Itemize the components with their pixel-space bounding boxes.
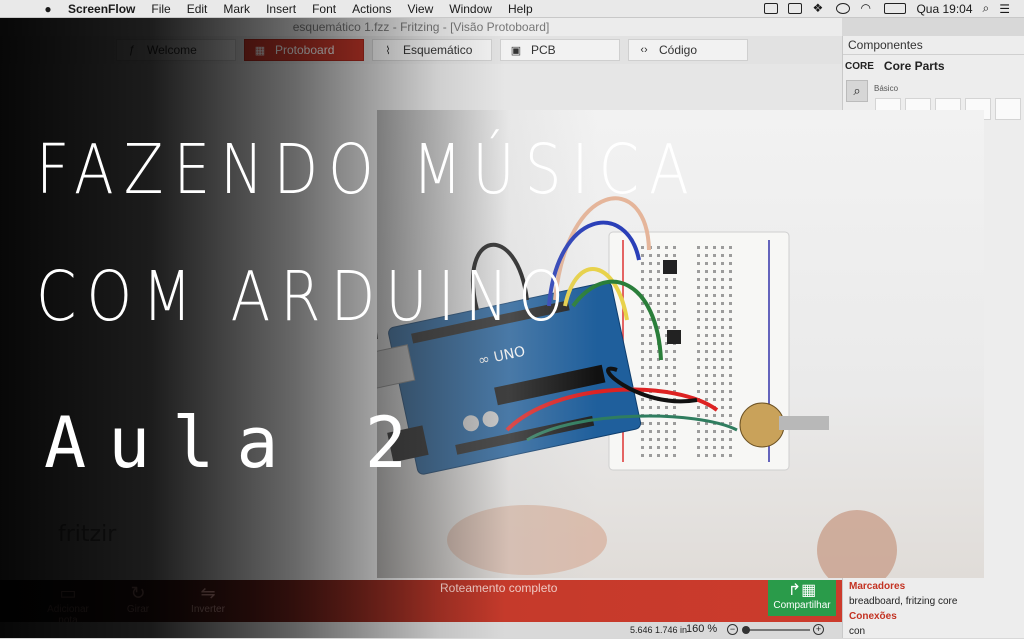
breadboard-icon: ▦ [254,44,266,57]
zoom-unit: % [707,623,718,635]
tab-codigo-label: Código [659,43,698,57]
tab-codigo[interactable]: ‹› Código [628,39,748,61]
overlay-title-lesson: Aula 2 [44,402,429,484]
window-title: esquemático 1.fzz - Fritzing - [Visão Pr… [0,18,842,36]
part-inductor[interactable] [995,98,1021,120]
tab-protoboard-label: Protoboard [275,43,335,57]
note-icon: ▭ [59,583,77,603]
pushbutton-2 [667,330,681,344]
menu-help[interactable]: Help [500,2,541,16]
tab-pcb[interactable]: ▣ PCB [500,39,620,61]
pushbutton-1 [663,260,677,274]
tab-esquematico-label: Esquemático [403,43,473,57]
resistor-icon: ⌇ [385,44,391,57]
tab-esquematico[interactable]: ⌇ Esquemático [372,39,492,61]
menu-app-name[interactable]: ScreenFlow [60,2,143,16]
zoom-readout: 160 % [686,623,717,635]
flip-label: Inverter [191,604,225,615]
flip-icon: ⇋ [200,583,216,603]
battery-icon[interactable] [884,3,907,14]
inspector: Marcadores breadboard, fritzing core Con… [843,579,1024,639]
status-tray: ❖ ◠ Qua 19:04 ⌕ ☰ [764,1,1024,16]
connections-value: con [849,626,866,637]
dropbox-icon[interactable]: ❖ [812,2,826,14]
menu-file[interactable]: File [143,2,178,16]
notifications-icon[interactable]: ☰ [999,2,1010,16]
fritzing-logo: fritzir [58,522,117,547]
sync-icon[interactable] [836,3,851,14]
screenflow-icon[interactable] [788,3,803,14]
search-icon[interactable]: ⌕ [846,80,868,102]
tab-welcome[interactable]: ƒ Welcome [116,39,236,61]
connections-heading: Conexões [849,611,897,622]
tags-heading: Marcadores [849,581,906,592]
core-bin-title: Core Parts [883,59,945,73]
menu-edit[interactable]: Edit [179,2,216,16]
status-bar: 5.646 1.746 in 160 % − + [0,622,842,638]
share-label: Compartilhar [773,600,831,611]
apple-icon[interactable]: ● [36,2,60,16]
spotlight-icon[interactable]: ⌕ [983,1,990,16]
menu-font[interactable]: Font [304,2,344,16]
rotate-icon: ↻ [130,583,146,603]
components-panel-title: Componentes [843,36,1024,55]
tab-welcome-label: Welcome [147,43,197,57]
wifi-icon[interactable]: ◠ [860,2,874,14]
flip-button[interactable]: ⇋ Inverter [178,582,238,620]
add-note-button[interactable]: ▭ Adicionar nota [38,582,98,626]
zoom-value: 160 [686,623,705,635]
zoom-slider[interactable] [746,629,810,631]
zoom-slider-handle[interactable] [742,626,750,634]
menu-view[interactable]: View [399,2,441,16]
camera-icon[interactable] [764,3,779,14]
share-icon: ↱▦ [787,582,817,599]
tags-value: breadboard, fritzing core [849,596,958,607]
overlay-title-line1: FAZENDO MÚSICA [36,129,699,210]
core-bin-tab[interactable]: CORE [845,61,874,72]
mac-menubar: ● ScreenFlow File Edit Mark Insert Font … [0,0,1024,18]
tab-protoboard[interactable]: ▦ Protoboard [244,39,364,61]
menu-insert[interactable]: Insert [258,2,304,16]
rotate-label: Girar [126,604,150,615]
overlay-title-line2: COM ARDUINO [36,256,574,337]
view-tabs: ƒ Welcome ▦ Protoboard ⌇ Esquemático ▣ P… [0,36,842,64]
routing-status: Roteamento completo [440,581,558,595]
share-button[interactable]: ↱▦ Compartilhar [768,580,836,616]
menu-actions[interactable]: Actions [344,2,399,16]
pcb-icon: ▣ [510,44,522,57]
rotate-button[interactable]: ↻ Girar [108,582,168,620]
clock[interactable]: Qua 19:04 [916,2,972,16]
menu-mark[interactable]: Mark [215,2,258,16]
tab-pcb-label: PCB [531,43,556,57]
menu-window[interactable]: Window [441,2,500,16]
core-bin-header: CORE Core Parts [843,55,1024,77]
cursor-coordinates: 5.646 1.746 in [630,625,688,635]
zoom-in-icon[interactable]: + [813,624,824,635]
hand-right [817,510,897,578]
bottom-toolbar: ▭ Adicionar nota ↻ Girar ⇋ Inverter Rote… [0,580,842,626]
pot-shaft [779,416,829,430]
fritzing-f-icon: ƒ [128,44,136,56]
code-icon: ‹› [640,44,648,56]
section-basic-label: Básico [874,84,899,93]
potentiometer [739,402,785,448]
zoom-out-icon[interactable]: − [727,624,738,635]
